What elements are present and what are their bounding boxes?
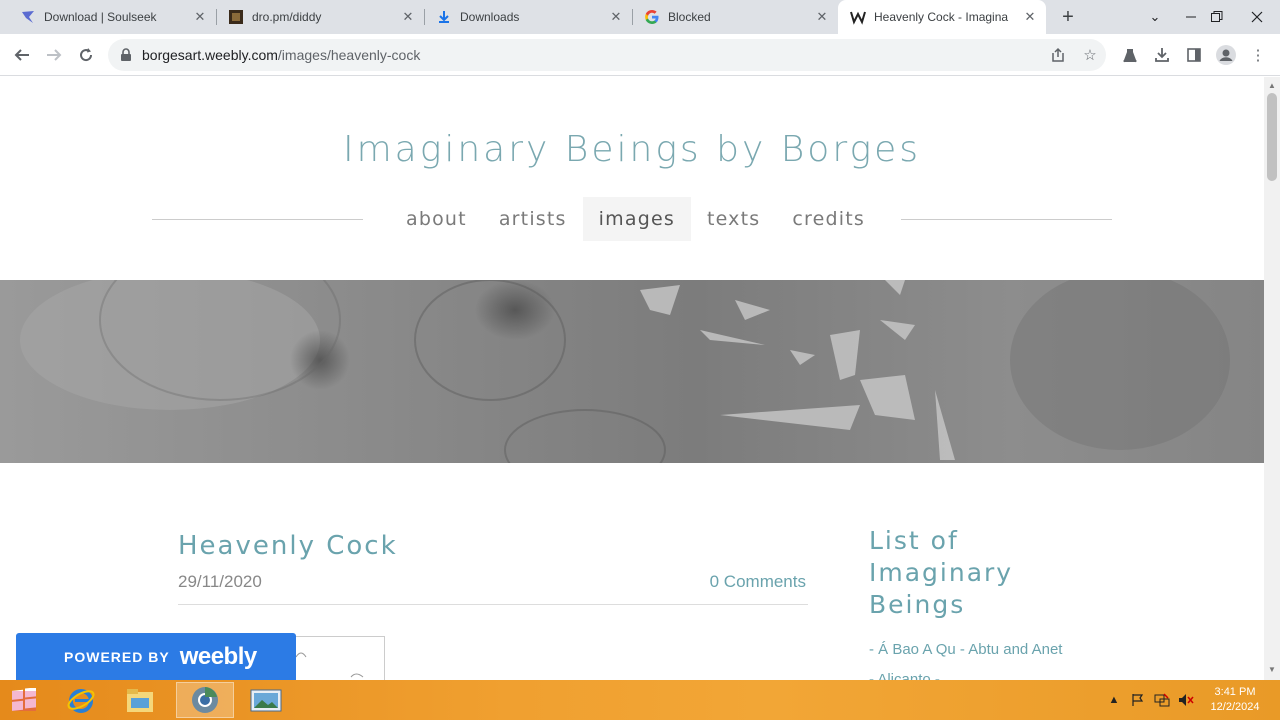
reload-button[interactable] [73,42,99,68]
nav-images[interactable]: images [582,197,691,241]
nav-about[interactable]: about [390,197,483,241]
new-tab-button[interactable]: + [1058,7,1078,27]
tab-strip: Download | Soulseek ✕ dro.pm/diddy ✕ Dow… [0,0,1280,34]
site-nav: about artists images texts credits [390,197,881,241]
start-button[interactable] [6,685,42,715]
forward-button[interactable] [41,42,67,68]
internet-explorer-icon[interactable] [52,682,110,718]
tab-title: Download | Soulseek [44,10,157,24]
tab-dropm[interactable]: dro.pm/diddy ✕ [208,0,424,34]
weebly-icon [850,9,866,25]
tab-title: Heavenly Cock - Imagina [874,10,1009,24]
scroll-thumb[interactable] [1267,93,1277,181]
comments-link[interactable]: 0 Comments [710,572,806,592]
close-tab-icon[interactable]: ✕ [400,9,416,25]
system-clock[interactable]: 3:41 PM 12/2/2024 [1200,685,1270,715]
windows-taskbar: ▲ 3:41 PM 12/2/2024 [0,680,1280,720]
bookmark-star-icon[interactable]: ☆ [1080,45,1100,65]
lock-icon[interactable] [120,47,132,63]
restore-button[interactable] [1200,0,1234,34]
tab-blocked[interactable]: Blocked ✕ [624,0,838,34]
url-path: /images/heavenly-cock [277,47,421,63]
page-scrollbar[interactable]: ▲ ▼ [1264,77,1280,680]
side-panel-icon[interactable] [1183,44,1205,66]
nav-texts[interactable]: texts [691,197,776,241]
profile-avatar-icon[interactable] [1215,44,1237,66]
tab-heavenly-cock[interactable]: Heavenly Cock - Imagina ✕ [838,0,1046,34]
back-button[interactable] [9,42,35,68]
watercolor-banner-image [0,280,1264,463]
dropm-icon [228,9,244,25]
sidebar-title: List of Imaginary Beings [869,526,1014,619]
close-tab-icon[interactable]: ✕ [1022,9,1038,25]
scroll-up-icon[interactable]: ▲ [1268,81,1276,90]
nav-divider-left [152,219,363,220]
extension-icon[interactable] [1119,44,1141,66]
post-divider [178,604,808,605]
nav-divider-right [901,219,1112,220]
scroll-down-icon[interactable]: ▼ [1268,665,1276,674]
action-center-flag-icon[interactable] [1130,692,1146,708]
close-window-button[interactable] [1234,0,1280,34]
menu-kebab-icon[interactable]: ⋮ [1247,44,1269,66]
google-icon [644,9,660,25]
weebly-badge[interactable]: POWERED BY weebly [16,633,296,680]
show-hidden-icons-chevron[interactable]: ▲ [1106,692,1122,708]
file-explorer-icon[interactable] [111,682,169,718]
nav-credits[interactable]: credits [776,197,881,241]
close-tab-icon[interactable]: ✕ [814,9,830,25]
post-title[interactable]: Heavenly Cock [178,531,398,561]
tab-title: dro.pm/diddy [252,10,322,24]
sidebar-beings-list[interactable]: - Á Bao A Qu - Abtu and Anet - Alicanto … [869,635,1069,680]
close-tab-icon[interactable]: ✕ [192,9,208,25]
downloads-icon[interactable] [1151,44,1173,66]
photo-viewer-icon[interactable] [237,682,295,718]
tab-soulseek[interactable]: Download | Soulseek ✕ [0,0,216,34]
tab-title: Downloads [460,10,520,24]
browser-toolbar: borgesart.weebly.com/images/heavenly-coc… [0,34,1280,76]
post-date: 29/11/2020 [178,572,262,591]
web-page: Imaginary Beings by Borges about artists… [0,77,1264,680]
download-icon [436,9,452,25]
clock-date: 12/2/2024 [1210,701,1260,713]
soulseek-icon [20,9,36,25]
tab-search-icon[interactable]: ⌄ [1138,0,1172,34]
tab-downloads[interactable]: Downloads ✕ [416,0,632,34]
weebly-logo: weebly [179,642,258,670]
powered-by-label: POWERED BY [64,648,170,665]
tab-title: Blocked [668,10,711,24]
chrome-taskbar-icon[interactable] [176,682,234,718]
site-title[interactable]: Imaginary Beings by Borges [0,129,1264,170]
clock-time: 3:41 PM [1214,686,1256,698]
address-bar[interactable]: borgesart.weebly.com/images/heavenly-coc… [108,39,1106,71]
share-icon[interactable] [1048,45,1068,65]
url-text[interactable]: borgesart.weebly.com/images/heavenly-coc… [142,47,420,63]
nav-artists[interactable]: artists [483,197,583,241]
url-host: borgesart.weebly.com [142,47,278,63]
close-tab-icon[interactable]: ✕ [608,9,624,25]
network-icon[interactable] [1154,692,1170,708]
volume-muted-icon[interactable] [1178,692,1194,708]
